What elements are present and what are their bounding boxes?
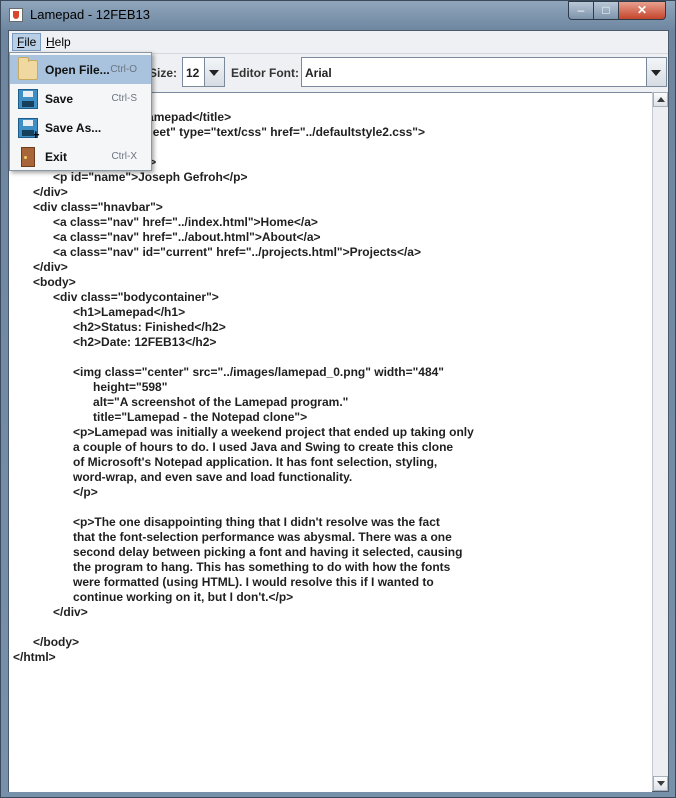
scroll-up-arrow-icon[interactable] — [653, 92, 668, 107]
font-size-value: 12 — [186, 66, 200, 80]
file-menu-dropdown: Open File... Ctrl-O Save Ctrl-S + Save A… — [9, 52, 152, 171]
menu-item-shortcut: Ctrl-X — [111, 151, 137, 162]
editor-font-select[interactable]: Arial — [301, 57, 667, 87]
scroll-down-arrow-icon[interactable] — [653, 776, 668, 791]
menu-item-shortcut: Ctrl-O — [110, 64, 137, 75]
folder-icon — [18, 57, 38, 80]
title-bar[interactable]: Lamepad - 12FEB13 – □ ✕ — [1, 1, 675, 29]
size-label: Size: — [149, 66, 178, 80]
app-window: Lamepad - 12FEB13 – □ ✕ File Help Size: … — [0, 0, 676, 798]
menu-file[interactable]: File — [12, 33, 42, 51]
chevron-down-icon[interactable] — [646, 58, 666, 86]
maximize-button[interactable]: □ — [593, 1, 619, 20]
menu-item-label: Open File... — [45, 63, 110, 77]
editor-textarea[interactable]: <head> <title>Project - Lamepad</title> … — [9, 92, 652, 792]
minimize-button[interactable]: – — [568, 1, 594, 20]
menu-item-shortcut: Ctrl-S — [111, 93, 137, 104]
vertical-scrollbar[interactable] — [652, 92, 668, 791]
font-size-select[interactable]: 12 — [182, 57, 225, 87]
java-app-icon[interactable] — [9, 8, 23, 22]
help-mnemonic: H — [46, 35, 55, 49]
menu-item-open-file[interactable]: Open File... Ctrl-O — [10, 55, 151, 84]
save-disk-icon — [18, 89, 38, 109]
menu-item-exit[interactable]: Exit Ctrl-X — [10, 142, 151, 171]
window-title: Lamepad - 12FEB13 — [30, 7, 150, 22]
menu-item-save[interactable]: Save Ctrl-S — [10, 84, 151, 113]
editor-content[interactable]: <head> <title>Project - Lamepad</title> … — [13, 95, 474, 665]
help-label-rest: elp — [54, 35, 71, 49]
close-button[interactable]: ✕ — [618, 1, 666, 20]
menu-item-label: Save As... — [45, 121, 102, 135]
chevron-down-icon[interactable] — [204, 58, 224, 86]
menu-bar: File Help — [9, 31, 668, 54]
editor-font-label: Editor Font: — [231, 66, 299, 80]
menu-item-label: Exit — [45, 150, 68, 164]
editor-font-value: Arial — [305, 66, 332, 80]
menu-item-label: Save — [45, 92, 74, 106]
menu-item-save-as[interactable]: + Save As... — [10, 113, 151, 142]
menu-help[interactable]: Help — [42, 33, 75, 51]
file-label-rest: ile — [24, 35, 37, 49]
save-as-disk-icon: + — [18, 118, 40, 141]
exit-door-icon — [21, 147, 35, 167]
